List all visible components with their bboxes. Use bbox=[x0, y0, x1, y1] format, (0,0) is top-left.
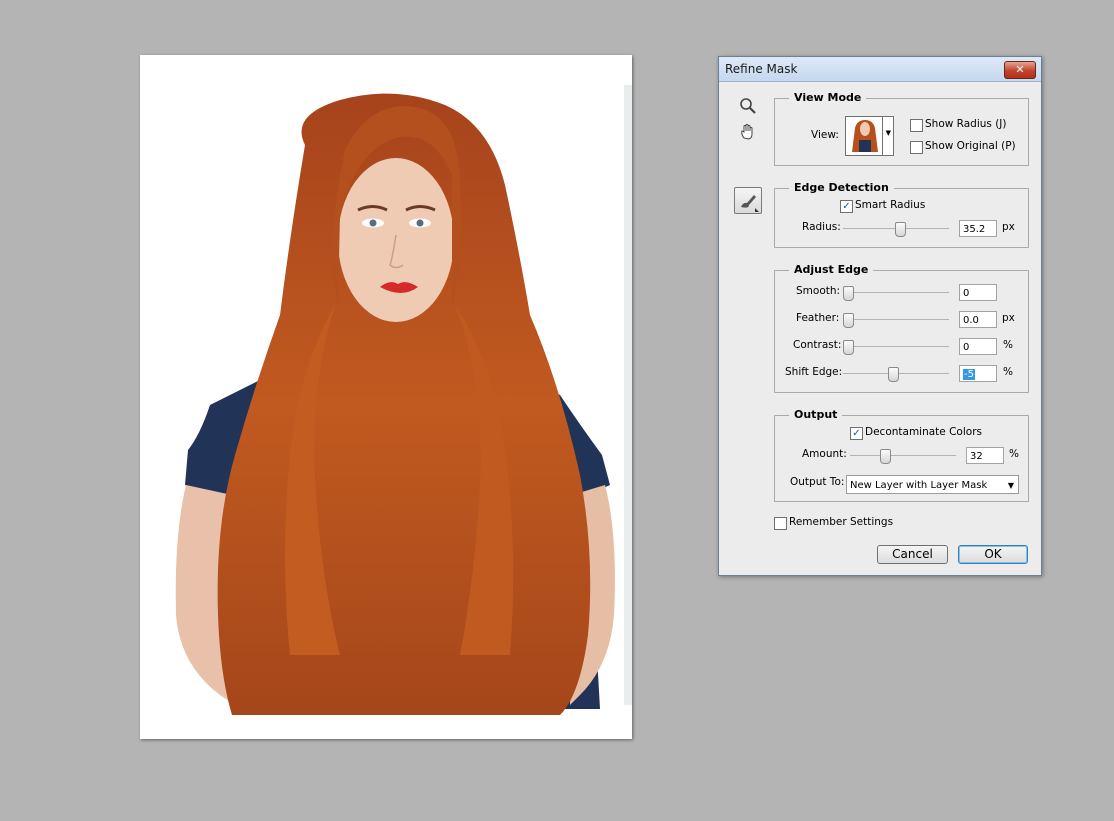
document-canvas[interactable] bbox=[140, 55, 632, 739]
close-button[interactable]: ✕ bbox=[1004, 61, 1036, 79]
contrast-slider[interactable] bbox=[843, 340, 949, 355]
smooth-input[interactable]: 0 bbox=[959, 284, 997, 301]
shift-edge-slider[interactable] bbox=[843, 367, 949, 382]
edge-detection-legend: Edge Detection bbox=[789, 181, 894, 194]
view-label: View: bbox=[811, 129, 839, 141]
feather-slider-thumb[interactable] bbox=[843, 313, 854, 328]
refine-mask-dialog: Refine Mask ✕ View Mode View: ▼ Show Rad… bbox=[718, 56, 1042, 576]
output-to-label: Output To: bbox=[790, 476, 845, 488]
view-mode-dropdown[interactable]: ▼ bbox=[845, 116, 894, 156]
smart-radius-checkbox[interactable]: ✓ bbox=[840, 200, 853, 213]
output-legend: Output bbox=[789, 408, 843, 421]
radius-slider-thumb[interactable] bbox=[895, 222, 907, 237]
radius-unit: px bbox=[1002, 221, 1015, 233]
amount-label: Amount: bbox=[802, 448, 847, 460]
show-original-checkbox[interactable] bbox=[910, 141, 923, 154]
contrast-unit: % bbox=[1003, 339, 1013, 351]
chevron-down-icon: ▼ bbox=[1007, 481, 1014, 490]
amount-input[interactable]: 32 bbox=[966, 447, 1004, 464]
remember-settings-label: Remember Settings bbox=[789, 516, 894, 528]
feather-input[interactable]: 0.0 bbox=[959, 311, 997, 328]
view-thumbnail bbox=[847, 118, 883, 154]
amount-slider-thumb[interactable] bbox=[880, 449, 892, 464]
remember-settings-checkbox[interactable] bbox=[774, 517, 787, 530]
decontaminate-label: Decontaminate Colors bbox=[865, 426, 982, 438]
smart-radius-label: Smart Radius bbox=[855, 199, 926, 211]
feather-unit: px bbox=[1002, 312, 1015, 324]
smooth-label: Smooth: bbox=[796, 285, 841, 297]
contrast-slider-thumb[interactable] bbox=[843, 340, 854, 355]
close-icon: ✕ bbox=[1015, 63, 1025, 76]
radius-slider[interactable] bbox=[843, 222, 949, 237]
adjust-edge-legend: Adjust Edge bbox=[789, 263, 874, 276]
cancel-button[interactable]: Cancel bbox=[877, 545, 948, 564]
radius-input[interactable]: 35.2 bbox=[959, 220, 997, 237]
refine-radius-brush-icon[interactable] bbox=[734, 187, 762, 214]
shift-edge-slider-thumb[interactable] bbox=[888, 367, 900, 382]
contrast-label: Contrast: bbox=[793, 339, 842, 351]
edge-detection-group: Edge Detection bbox=[774, 181, 1029, 248]
smooth-slider[interactable] bbox=[843, 286, 949, 301]
feather-slider[interactable] bbox=[843, 313, 949, 328]
hand-icon[interactable] bbox=[737, 123, 759, 145]
output-to-value: New Layer with Layer Mask bbox=[850, 480, 988, 491]
contrast-input[interactable]: 0 bbox=[959, 338, 997, 355]
chevron-down-icon: ▼ bbox=[885, 129, 891, 137]
radius-label: Radius: bbox=[802, 221, 841, 233]
show-original-label: Show Original (P) bbox=[925, 140, 1016, 152]
show-radius-label: Show Radius (J) bbox=[925, 118, 1007, 130]
show-radius-checkbox[interactable] bbox=[910, 119, 923, 132]
decontaminate-checkbox[interactable]: ✓ bbox=[850, 427, 863, 440]
dialog-titlebar[interactable]: Refine Mask ✕ bbox=[719, 57, 1041, 82]
shift-edge-label: Shift Edge: bbox=[785, 366, 843, 378]
smooth-slider-thumb[interactable] bbox=[843, 286, 854, 301]
portrait-image bbox=[175, 85, 632, 716]
output-to-select[interactable]: New Layer with Layer Mask ▼ bbox=[846, 475, 1019, 494]
zoom-icon[interactable] bbox=[737, 97, 759, 119]
feather-label: Feather: bbox=[796, 312, 840, 324]
dialog-title: Refine Mask bbox=[725, 62, 798, 76]
view-mode-legend: View Mode bbox=[789, 91, 867, 104]
shift-edge-input[interactable]: -5 bbox=[959, 365, 997, 382]
amount-unit: % bbox=[1009, 448, 1019, 460]
ok-button[interactable]: OK bbox=[958, 545, 1028, 564]
shift-edge-unit: % bbox=[1003, 366, 1013, 378]
amount-slider[interactable] bbox=[850, 449, 956, 464]
shift-edge-value: -5 bbox=[963, 369, 975, 380]
